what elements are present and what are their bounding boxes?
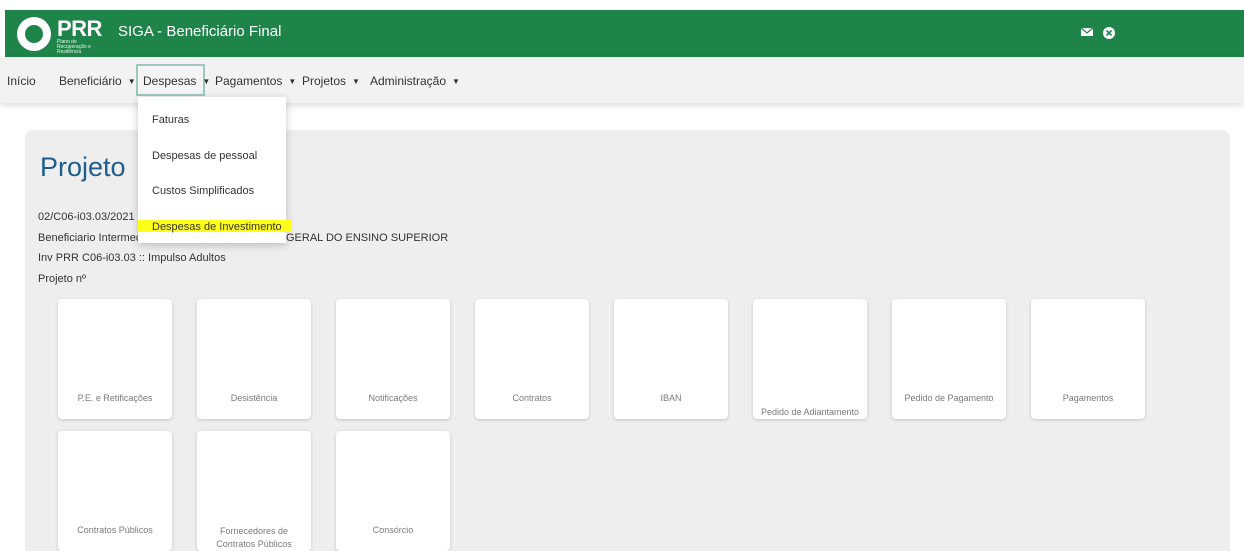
investment-line: Inv PRR C06-i03.03 :: Impulso Adultos: [38, 252, 226, 264]
beneficiary-line-tail: GERAL DO ENSINO SUPERIOR: [286, 232, 449, 244]
card-label: IBAN: [660, 393, 682, 403]
page-title: Projeto: [40, 152, 126, 182]
despesas-dropdown-menu: Faturas Despesas de pessoal Custos Simpl…: [138, 97, 292, 243]
nav-item-despesas[interactable]: Despesas ▼: [143, 74, 210, 88]
prr-logo[interactable]: PRR Plano de Recuperação e Resiliência: [17, 16, 117, 55]
chevron-down-icon: ▼: [452, 77, 460, 86]
card-pedido-adiantamento[interactable]: Pedido de Adiantamento: [753, 299, 867, 419]
card-consorcio[interactable]: Consórcio: [336, 431, 450, 551]
nav-item-projetos[interactable]: Projetos ▼: [302, 74, 360, 88]
mail-icon[interactable]: [1081, 27, 1093, 39]
chevron-down-icon: ▼: [127, 77, 136, 86]
menu-item-despesas-pessoal[interactable]: Despesas de pessoal: [152, 150, 257, 162]
app-header: PRR Plano de Recuperação e Resiliência S…: [5, 10, 1244, 57]
card-contratos-publicos[interactable]: Contratos Públicos: [58, 431, 172, 551]
chevron-down-icon: ▼: [352, 77, 360, 86]
nav-label: Beneficiário: [59, 74, 122, 88]
card-pe-retificacoes[interactable]: P.E. e Retificações: [58, 299, 172, 419]
card-pagamentos[interactable]: Pagamentos: [1031, 299, 1145, 419]
beneficiary-line: Beneficiario Intermec: [38, 232, 142, 244]
card-label: Notificações: [368, 393, 418, 403]
menu-item-despesas-investimento[interactable]: Despesas de Investimento: [152, 221, 282, 233]
nav-label: Projetos: [302, 74, 347, 88]
nav-label: Início: [7, 74, 36, 88]
nav-item-beneficiario[interactable]: Beneficiário ▼: [59, 74, 136, 88]
card-pedido-pagamento[interactable]: Pedido de Pagamento: [892, 299, 1006, 419]
card-label: Pedido de Adiantamento: [760, 407, 860, 417]
nav-item-administracao[interactable]: Administração ▼: [370, 74, 460, 88]
logo-subtext: Plano de Recuperação e Resiliência: [57, 39, 91, 55]
nav-item-inicio[interactable]: Início: [7, 74, 36, 88]
menu-item-faturas[interactable]: Faturas: [152, 114, 189, 126]
chevron-down-icon: ▼: [288, 77, 297, 86]
project-number: Projeto nº: [38, 273, 87, 285]
logo-emblem-icon: [17, 17, 51, 51]
card-label: Contratos: [512, 393, 552, 403]
app-title: SIGA - Beneficiário Final: [118, 23, 282, 40]
nav-label: Pagamentos: [215, 74, 283, 88]
card-label: Fornecedores de Contratos Públicos: [216, 526, 292, 549]
project-code: 02/C06-i03.03/2021 :: [38, 211, 141, 223]
nav-label: Despesas: [143, 74, 197, 88]
close-circle-icon[interactable]: [1103, 27, 1115, 39]
card-label: Desistência: [230, 393, 278, 403]
card-label: Contratos Públicos: [77, 525, 153, 535]
card-desistencia[interactable]: Desistência: [197, 299, 311, 419]
chevron-down-icon: ▼: [202, 77, 211, 86]
card-label: P.E. e Retificações: [77, 393, 153, 403]
card-notificacoes[interactable]: Notificações: [336, 299, 450, 419]
card-iban[interactable]: IBAN: [614, 299, 728, 419]
nav-item-pagamentos[interactable]: Pagamentos ▼: [215, 74, 296, 88]
card-label: Pagamentos: [1062, 393, 1114, 403]
card-label: Pedido de Pagamento: [904, 393, 994, 403]
card-fornecedores-contratos-publicos[interactable]: Fornecedores de Contratos Públicos: [197, 431, 311, 551]
card-contratos[interactable]: Contratos: [475, 299, 589, 419]
menu-item-custos-simplificados[interactable]: Custos Simplificados: [152, 185, 254, 197]
nav-label: Administração: [370, 74, 447, 88]
card-label: Consórcio: [372, 525, 414, 535]
